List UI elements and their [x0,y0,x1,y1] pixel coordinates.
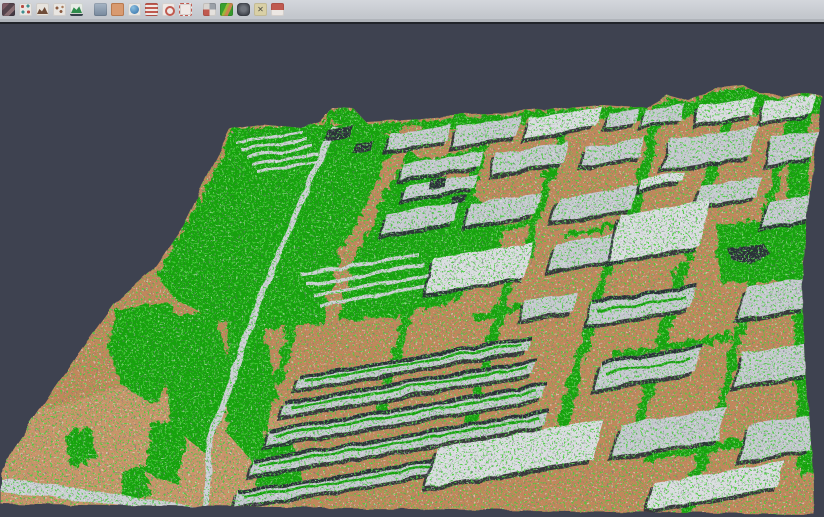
terrain-green-icon[interactable] [70,3,83,16]
dark-texture-tool-icon[interactable] [2,3,15,16]
profile-lines-icon[interactable] [145,3,158,16]
red-flag-icon[interactable] [271,3,284,16]
classification-map-icon[interactable] [220,3,233,16]
toolbar: ✕ [0,0,824,19]
dark-blob-tool-icon[interactable] [237,3,250,16]
orthophoto-icon[interactable] [111,3,124,16]
scatter-points-icon[interactable] [19,3,32,16]
terrain-brown-icon[interactable] [36,3,49,16]
blue-panel-icon[interactable] [94,3,107,16]
viewport-3d[interactable] [0,24,824,517]
rectangle-selection-icon[interactable] [179,3,192,16]
circle-selection-icon[interactable] [162,3,175,16]
globe-icon[interactable] [128,3,141,16]
grid-checker-icon[interactable] [203,3,216,16]
cross-marks-icon[interactable]: ✕ [254,3,267,16]
sparse-points-icon[interactable] [53,3,66,16]
